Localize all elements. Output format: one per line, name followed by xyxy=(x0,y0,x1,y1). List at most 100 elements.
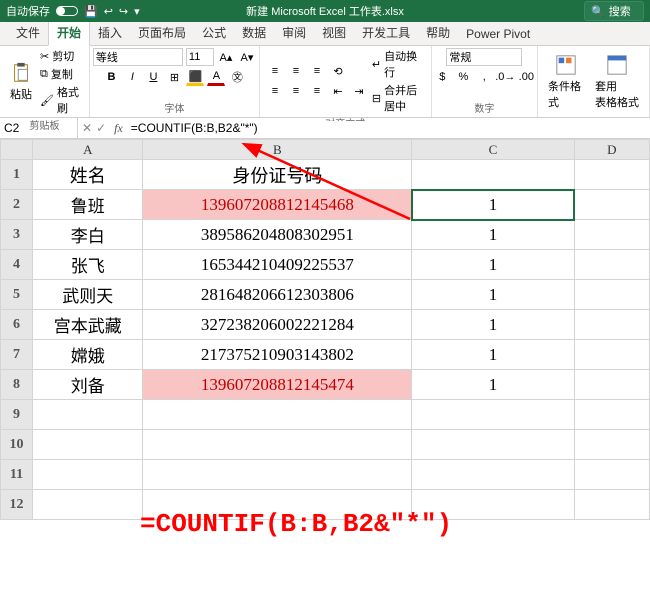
merge-center-button[interactable]: ⊟合并后居中 xyxy=(372,82,425,114)
border-button[interactable]: ⊞ xyxy=(165,68,183,86)
paste-button[interactable]: 粘贴 xyxy=(6,60,36,104)
cell[interactable] xyxy=(574,400,649,430)
orientation-icon[interactable]: ⟲ xyxy=(329,62,347,80)
row-header-1[interactable]: 1 xyxy=(1,160,33,190)
row-header-5[interactable]: 5 xyxy=(1,280,33,310)
tab-数据[interactable]: 数据 xyxy=(234,20,274,45)
row-header-7[interactable]: 7 xyxy=(1,340,33,370)
row-header-4[interactable]: 4 xyxy=(1,250,33,280)
formula-input[interactable] xyxy=(127,121,650,135)
fill-color-button[interactable]: ⬛ xyxy=(186,68,204,86)
copy-button[interactable]: ⧉复制 xyxy=(40,66,83,82)
tab-视图[interactable]: 视图 xyxy=(314,20,354,45)
cell[interactable]: 389586204808302951 xyxy=(143,220,412,250)
increase-decimal-icon[interactable]: .0→ xyxy=(496,68,514,86)
cell[interactable]: 139607208812145468 xyxy=(143,190,412,220)
font-color-button[interactable]: A xyxy=(207,68,225,86)
cell[interactable] xyxy=(574,190,649,220)
row-header-12[interactable]: 12 xyxy=(1,490,33,520)
undo-icon[interactable]: ↩ xyxy=(104,5,113,18)
cell[interactable] xyxy=(33,460,143,490)
cell[interactable]: 327238206002221284 xyxy=(143,310,412,340)
format-as-table-button[interactable]: 套用 表格格式 xyxy=(591,52,643,112)
cell[interactable]: 1 xyxy=(412,280,575,310)
cell[interactable]: 李白 xyxy=(33,220,143,250)
row-header-9[interactable]: 9 xyxy=(1,400,33,430)
tab-审阅[interactable]: 审阅 xyxy=(274,20,314,45)
redo-icon[interactable]: ↪ xyxy=(119,5,128,18)
select-all-button[interactable] xyxy=(1,140,33,160)
align-left-icon[interactable]: ≡ xyxy=(266,82,284,100)
cell[interactable] xyxy=(574,280,649,310)
save-icon[interactable]: 💾 xyxy=(84,5,98,18)
align-top-icon[interactable]: ≡ xyxy=(266,62,284,80)
cell[interactable] xyxy=(574,250,649,280)
cell[interactable]: 身份证号码 xyxy=(143,160,412,190)
tab-开始[interactable]: 开始 xyxy=(48,19,90,46)
row-header-3[interactable]: 3 xyxy=(1,220,33,250)
format-painter-button[interactable]: 🖌格式刷 xyxy=(40,84,83,116)
align-middle-icon[interactable]: ≡ xyxy=(287,62,305,80)
cell[interactable] xyxy=(574,490,649,520)
cancel-formula-icon[interactable]: ✕ xyxy=(82,121,92,135)
align-right-icon[interactable]: ≡ xyxy=(308,82,326,100)
indent-decrease-icon[interactable]: ⇤ xyxy=(329,82,347,100)
qat-more-icon[interactable]: ▾ xyxy=(134,5,140,18)
column-header-C[interactable]: C xyxy=(412,140,575,160)
cell[interactable] xyxy=(33,490,143,520)
cell[interactable]: 165344210409225537 xyxy=(143,250,412,280)
cell[interactable]: 139607208812145474 xyxy=(143,370,412,400)
cell[interactable]: 1 xyxy=(412,190,575,220)
column-header-B[interactable]: B xyxy=(143,140,412,160)
tab-页面布局[interactable]: 页面布局 xyxy=(130,20,194,45)
row-header-6[interactable]: 6 xyxy=(1,310,33,340)
indent-increase-icon[interactable]: ⇥ xyxy=(350,82,368,100)
cell[interactable] xyxy=(143,400,412,430)
align-bottom-icon[interactable]: ≡ xyxy=(308,62,326,80)
cell[interactable]: 217375210903143802 xyxy=(143,340,412,370)
cell[interactable] xyxy=(412,160,575,190)
tab-开发工具[interactable]: 开发工具 xyxy=(354,20,418,45)
cell[interactable] xyxy=(412,430,575,460)
tab-插入[interactable]: 插入 xyxy=(90,20,130,45)
row-header-11[interactable]: 11 xyxy=(1,460,33,490)
cell[interactable] xyxy=(33,430,143,460)
fx-icon[interactable]: fx xyxy=(110,121,127,136)
decrease-font-icon[interactable]: A▾ xyxy=(238,48,256,66)
align-center-icon[interactable]: ≡ xyxy=(287,82,305,100)
underline-button[interactable]: U xyxy=(144,68,162,86)
cell[interactable]: 宫本武藏 xyxy=(33,310,143,340)
cell[interactable]: 1 xyxy=(412,310,575,340)
cell[interactable] xyxy=(143,430,412,460)
font-size-select[interactable] xyxy=(186,48,214,66)
cell[interactable] xyxy=(412,460,575,490)
wrap-text-button[interactable]: ↵自动换行 xyxy=(372,48,425,80)
cell[interactable] xyxy=(574,340,649,370)
tab-文件[interactable]: 文件 xyxy=(8,20,48,45)
cell[interactable]: 1 xyxy=(412,250,575,280)
cell[interactable] xyxy=(143,460,412,490)
cell[interactable] xyxy=(574,220,649,250)
tab-帮助[interactable]: 帮助 xyxy=(418,20,458,45)
row-header-2[interactable]: 2 xyxy=(1,190,33,220)
cell[interactable] xyxy=(574,160,649,190)
cell[interactable] xyxy=(574,460,649,490)
cell[interactable]: 1 xyxy=(412,370,575,400)
cell[interactable]: 嫦娥 xyxy=(33,340,143,370)
cell[interactable] xyxy=(574,310,649,340)
phonetic-button[interactable]: ㉆ xyxy=(228,68,246,86)
cell[interactable] xyxy=(412,400,575,430)
cell[interactable]: 张飞 xyxy=(33,250,143,280)
font-family-select[interactable] xyxy=(93,48,183,66)
italic-button[interactable]: I xyxy=(123,68,141,86)
comma-icon[interactable]: , xyxy=(475,68,493,86)
cell[interactable]: 武则天 xyxy=(33,280,143,310)
row-header-10[interactable]: 10 xyxy=(1,430,33,460)
name-box[interactable]: C2 xyxy=(0,118,78,138)
number-format-select[interactable] xyxy=(446,48,522,66)
cell[interactable] xyxy=(574,370,649,400)
bold-button[interactable]: B xyxy=(102,68,120,86)
row-header-8[interactable]: 8 xyxy=(1,370,33,400)
cell[interactable]: 姓名 xyxy=(33,160,143,190)
percent-icon[interactable]: % xyxy=(454,68,472,86)
